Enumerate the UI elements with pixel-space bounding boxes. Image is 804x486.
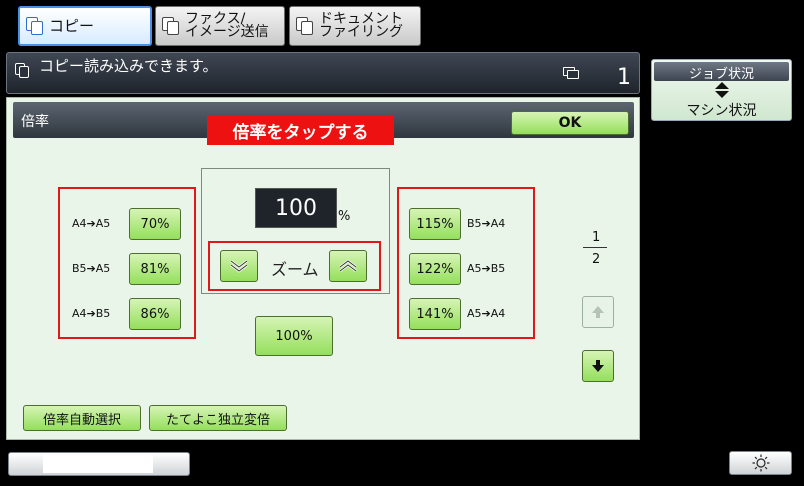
tab-copy-label: コピー <box>49 16 95 35</box>
toggle-arrows-icon <box>715 82 729 98</box>
ratio-display: 100 <box>255 188 337 228</box>
brightness-button[interactable] <box>729 451 792 475</box>
conversion-label: A4➔A5 <box>72 217 111 230</box>
preset-label: 141% <box>416 306 454 322</box>
job-queue-icon <box>563 67 579 79</box>
arrow-up-icon <box>592 306 604 318</box>
conversion-label: A4➔B5 <box>72 307 111 320</box>
auto-select-label: 倍率自動選択 <box>42 412 121 428</box>
status-message-bar: コピー読み込みできます。 1 <box>6 52 640 94</box>
machine-status-label: マシン状況 <box>686 103 757 119</box>
page-current: 1 <box>592 230 601 245</box>
ratio-value: 100 <box>275 195 317 221</box>
progress-fill <box>43 455 153 473</box>
percent-sign: % <box>338 209 351 224</box>
preset-115-button[interactable]: 115% <box>409 208 461 240</box>
conversion-label: A5➔B5 <box>467 262 506 275</box>
preset-label: 115% <box>416 216 454 232</box>
copy-status-icon <box>15 63 29 79</box>
preset-141-button[interactable]: 141% <box>409 298 461 330</box>
preset-label: 122% <box>416 261 454 277</box>
auto-ratio-select-button[interactable]: 倍率自動選択 <box>23 405 141 431</box>
preset-122-button[interactable]: 122% <box>409 253 461 285</box>
preset-label: 70% <box>140 216 170 232</box>
hint-label: 倍率をタップする <box>207 115 394 145</box>
page-total: 2 <box>592 252 601 267</box>
preset-label: 86% <box>140 306 170 322</box>
tab-fax-image-send[interactable]: ファクス/ イメージ送信 <box>155 6 285 46</box>
ok-label: OK <box>558 115 582 131</box>
job-status-label: ジョブ状況 <box>688 67 754 82</box>
page-divider <box>583 247 607 248</box>
page-down-button[interactable] <box>582 350 614 382</box>
tab-filing-label: ドキュメント ファイリング <box>319 11 403 40</box>
preset-86-button[interactable]: 86% <box>129 298 181 330</box>
reset-label: 100% <box>275 328 313 344</box>
job-status-button[interactable]: ジョブ状況 マシン状況 <box>651 59 792 121</box>
conversion-label: A5➔A4 <box>467 307 506 320</box>
conversion-label: B5➔A4 <box>467 217 506 230</box>
progress-bar <box>8 452 190 476</box>
zoom-up-button[interactable] <box>329 250 367 282</box>
tab-fax-label: ファクス/ イメージ送信 <box>185 11 269 40</box>
fax-icon <box>162 17 180 35</box>
page-up-button[interactable] <box>582 296 614 328</box>
reset-100-button[interactable]: 100% <box>255 316 333 356</box>
arrow-down-icon <box>592 360 604 372</box>
hint-text: 倍率をタップする <box>232 122 369 143</box>
job-count: 1 <box>617 65 631 90</box>
sun-icon <box>752 454 769 472</box>
xy-zoom-label: たてよこ独立変倍 <box>165 412 270 428</box>
chevron-double-down-icon <box>230 260 248 273</box>
conversion-label: B5➔A5 <box>72 262 111 275</box>
zoom-label: ズーム <box>271 260 319 279</box>
preset-81-button[interactable]: 81% <box>129 253 181 285</box>
zoom-down-button[interactable] <box>220 250 258 282</box>
chevron-double-up-icon <box>339 259 357 272</box>
preset-label: 81% <box>140 261 170 277</box>
xy-zoom-button[interactable]: たてよこ独立変倍 <box>149 405 287 431</box>
ok-button[interactable]: OK <box>511 111 629 135</box>
ratio-title: 倍率 <box>21 114 49 130</box>
tab-document-filing[interactable]: ドキュメント ファイリング <box>289 6 421 46</box>
copy-icon <box>26 17 44 35</box>
tab-copy[interactable]: コピー <box>18 6 152 46</box>
filing-icon <box>296 17 314 35</box>
ratio-panel: 倍率 倍率をタップする OK A4➔A5 70% B5➔A5 81% A4➔B5… <box>6 97 640 440</box>
status-message: コピー読み込みできます。 <box>39 57 218 75</box>
preset-70-button[interactable]: 70% <box>129 208 181 240</box>
